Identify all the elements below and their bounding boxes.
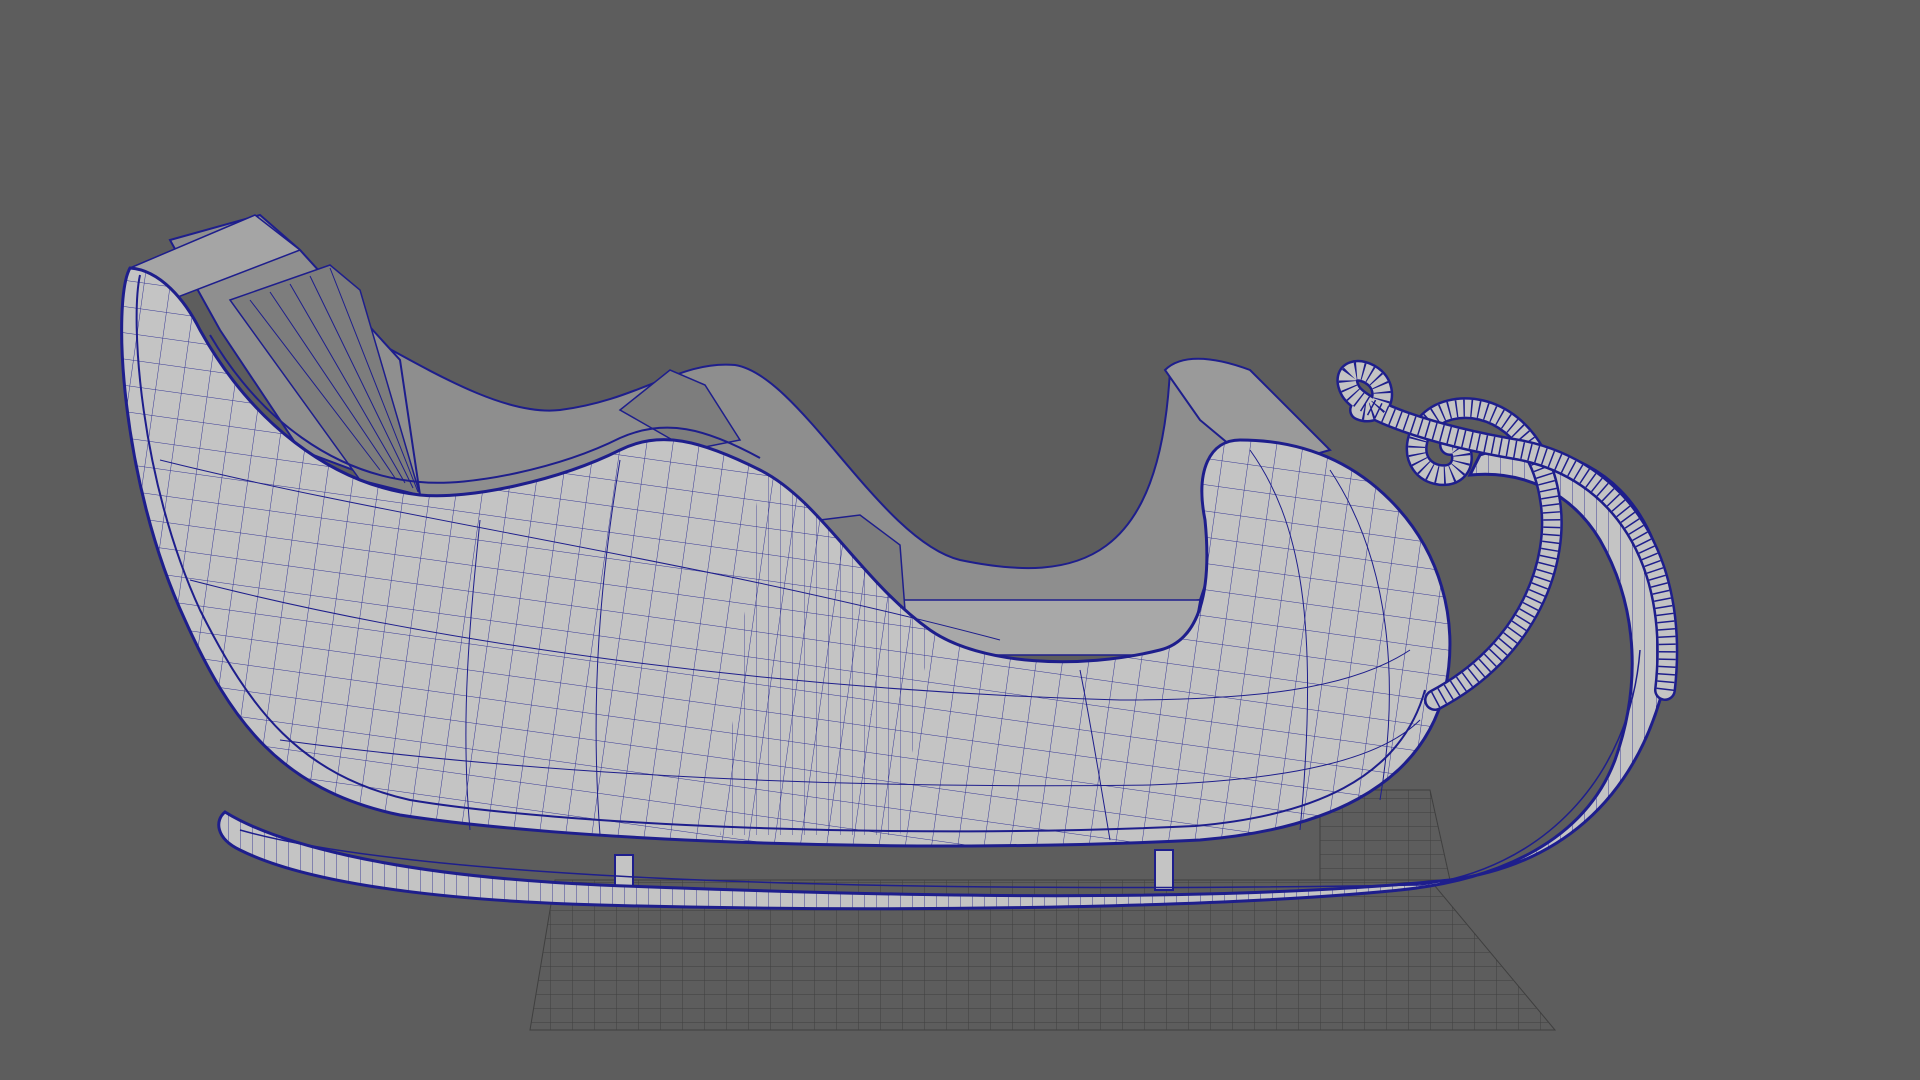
viewport-canvas[interactable] — [0, 0, 1920, 1080]
3d-viewport[interactable] — [0, 0, 1920, 1080]
